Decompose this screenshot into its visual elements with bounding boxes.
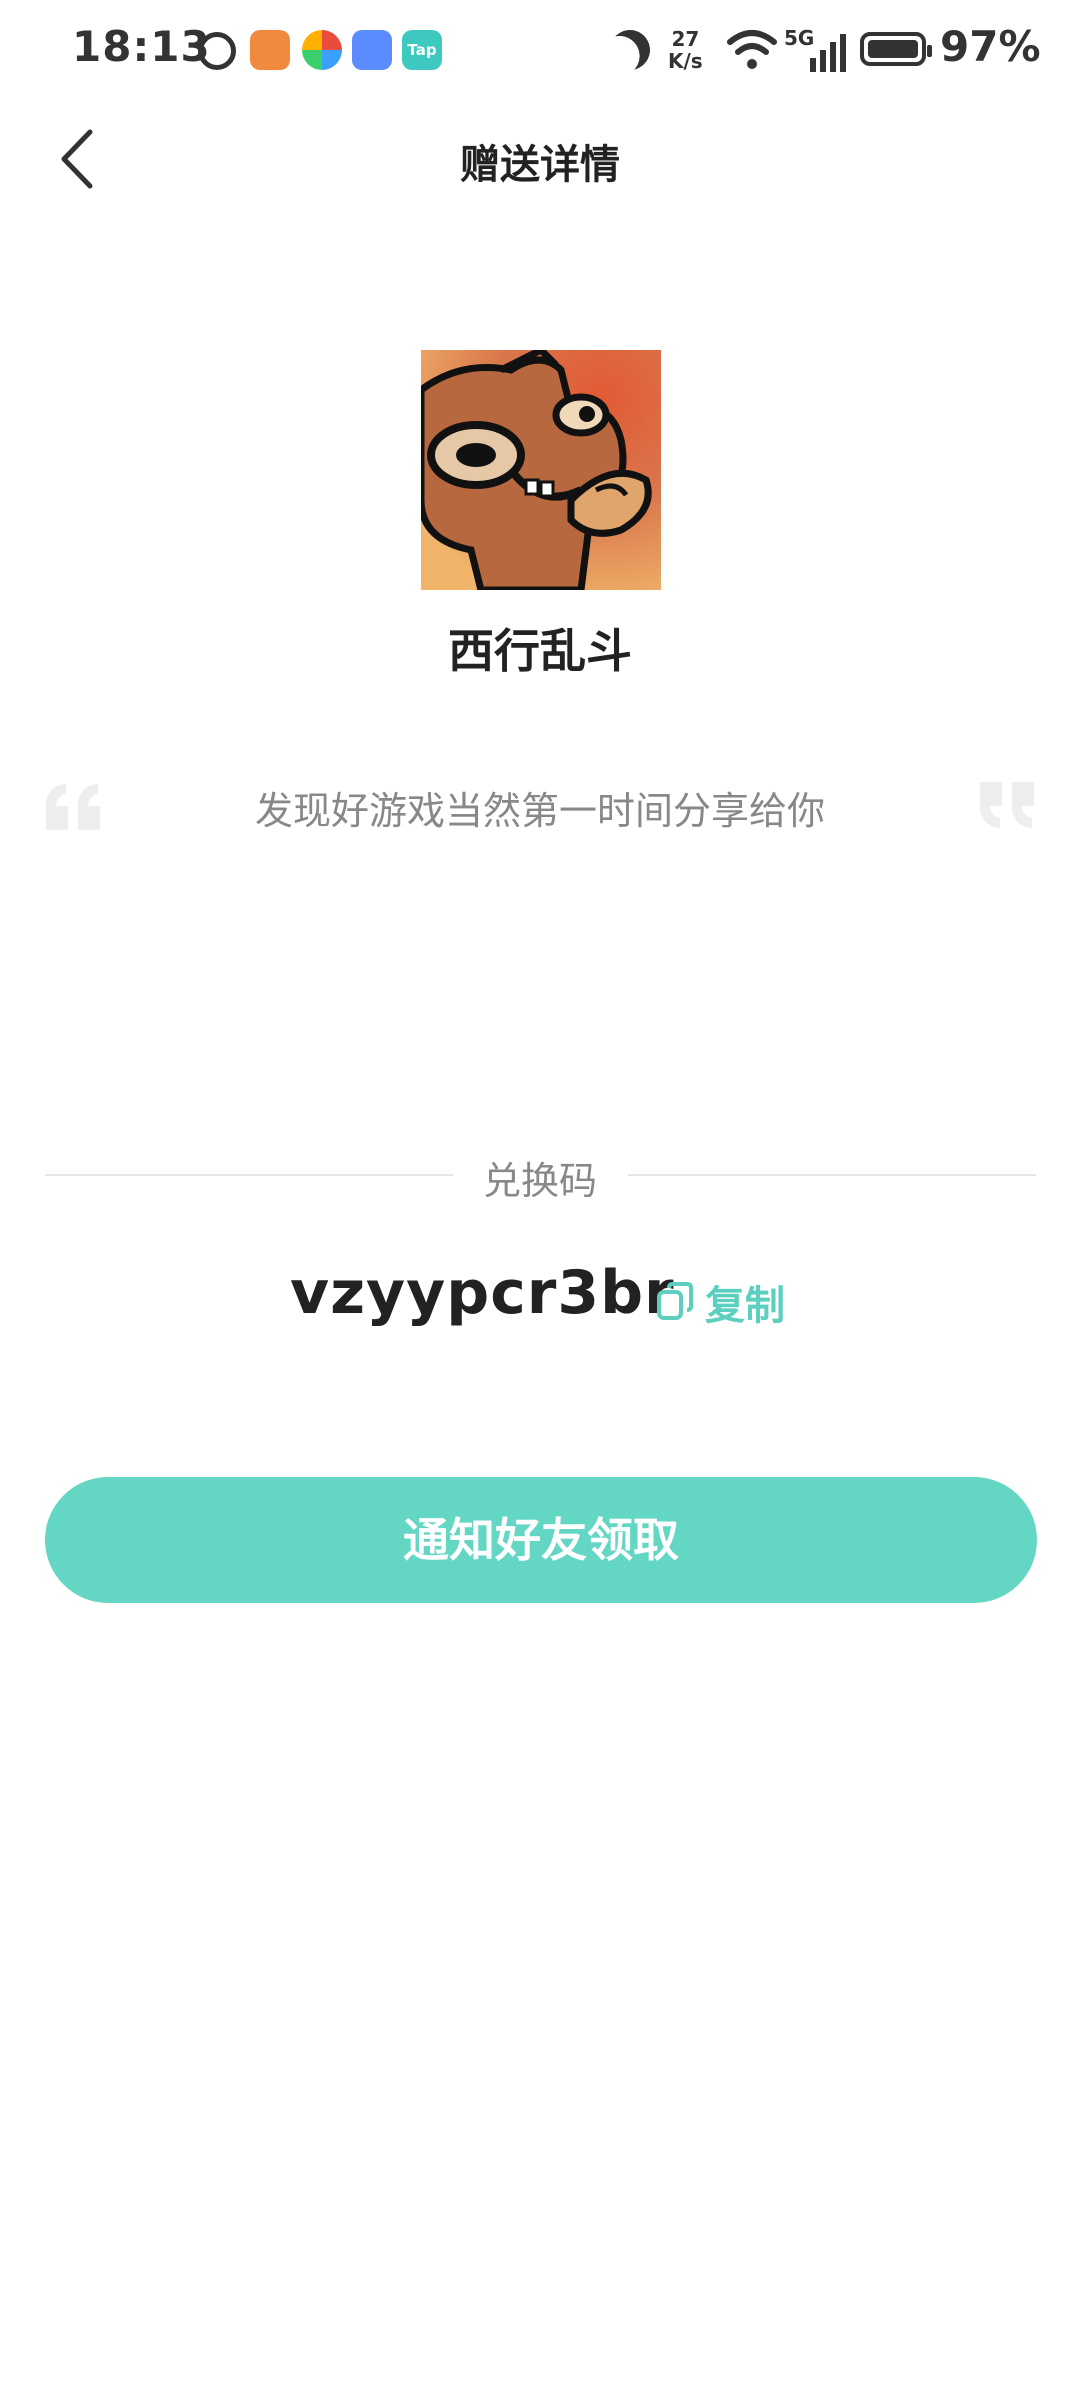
taptap-app-icon: Tap (402, 30, 442, 70)
game-name: 西行乱斗 (448, 624, 632, 678)
blue-app-icon (352, 30, 392, 70)
battery-icon (860, 32, 932, 66)
notify-friend-button[interactable]: 通知好友领取 (45, 1477, 1037, 1603)
divider (45, 1174, 453, 1176)
status-time: 18:13 (72, 22, 211, 71)
wifi-icon (727, 30, 777, 69)
network-speed-unit: K/s (668, 49, 703, 73)
close-quote-icon (980, 782, 1034, 828)
status-bar: 18:13 Tap 27 K/s 5G 97% (0, 0, 1080, 105)
battery-percent: 97% (940, 22, 1041, 71)
game-cover-image[interactable] (421, 350, 661, 590)
network-speed-value: 27 (671, 27, 700, 51)
colorful-app-icon (302, 30, 342, 70)
page-title: 赠送详情 (460, 142, 620, 188)
redeem-code-label: 兑换码 (482, 1159, 597, 1203)
copy-icon[interactable] (655, 1280, 695, 1322)
alarm-icon (198, 32, 236, 70)
share-message: 发现好游戏当然第一时间分享给你 (254, 789, 825, 833)
do-not-disturb-moon-icon (603, 23, 658, 78)
divider (628, 1174, 1036, 1176)
orange-heart-app-icon (250, 30, 290, 70)
signal-strength-icon (810, 34, 846, 72)
redeem-code-value: vzyypcr3br (290, 1258, 675, 1328)
copy-button[interactable]: 复制 (705, 1273, 785, 1331)
network-speed: 27 K/s (668, 28, 703, 72)
